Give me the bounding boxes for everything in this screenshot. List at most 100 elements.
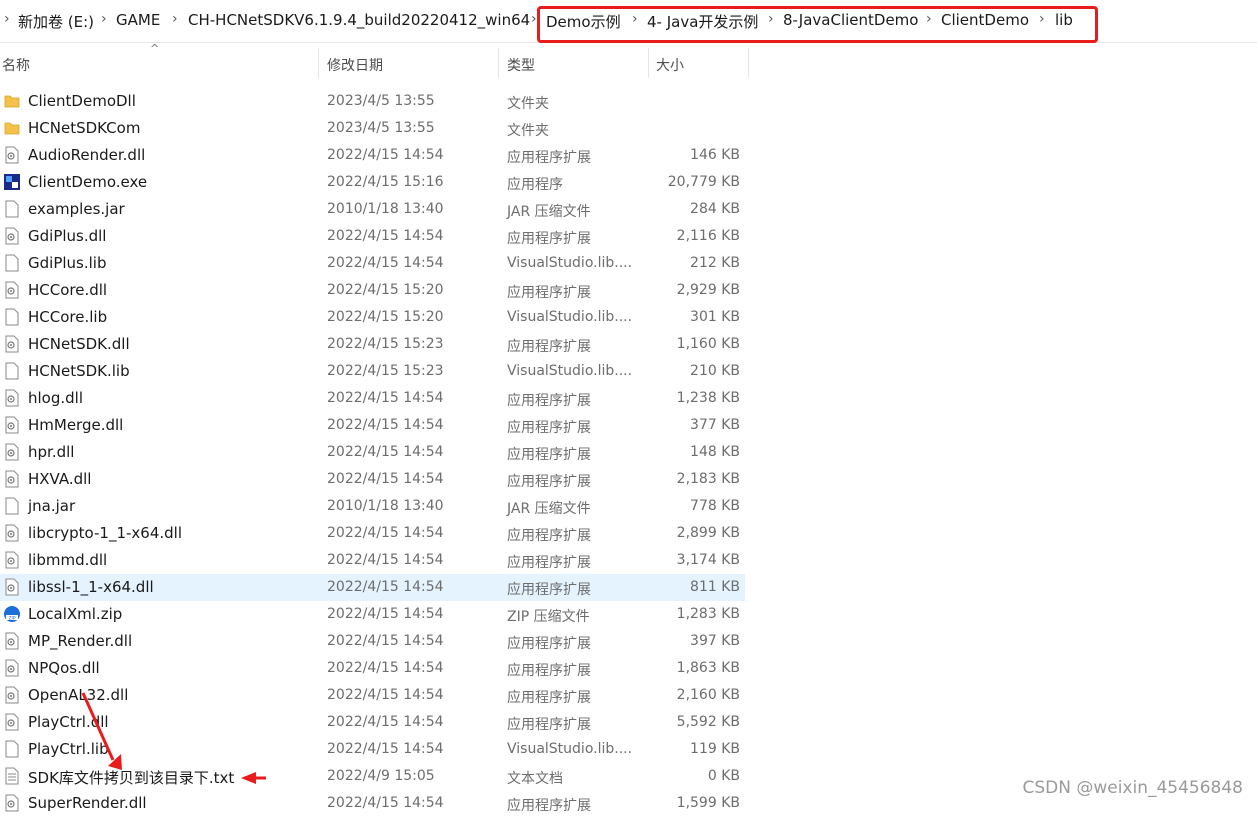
file-name: HXVA.dll xyxy=(28,470,92,488)
file-row[interactable]: HCNetSDKCom 2023/4/5 13:55 文件夹 xyxy=(0,115,745,142)
file-row[interactable]: ClientDemo.exe 2022/4/15 15:16 应用程序 20,779 … xyxy=(0,169,745,196)
file-type: 应用程序扩展 xyxy=(507,636,591,652)
breadcrumb-item-sdk[interactable]: CH-HCNetSDKV6.1.9.4_build20220412_win64 xyxy=(188,11,530,29)
address-bar-breadcrumb: › 新加卷 (E:) › GAME › CH-HCNetSDKV6.1.9.4_… xyxy=(0,0,1257,43)
file-size: 2,929 KB xyxy=(676,282,740,298)
dll-file-icon xyxy=(3,686,21,704)
file-size: 1,599 KB xyxy=(676,795,740,811)
file-row[interactable]: hpr.dll 2022/4/15 14:54 应用程序扩展 148 KB xyxy=(0,439,745,466)
file-type: VisualStudio.lib.... xyxy=(507,255,633,271)
file-row[interactable]: HCCore.dll 2022/4/15 15:20 应用程序扩展 2,929 KB xyxy=(0,277,745,304)
column-divider[interactable] xyxy=(648,48,649,78)
file-size: 1,283 KB xyxy=(676,606,740,622)
file-row[interactable]: MP_Render.dll 2022/4/15 14:54 应用程序扩展 397 KB xyxy=(0,628,745,655)
file-date-modified: 2022/4/15 15:23 xyxy=(327,336,444,352)
file-row[interactable]: HCNetSDK.lib 2022/4/15 15:23 VisualStudio.… xyxy=(0,358,745,385)
file-date-modified: 2022/4/15 15:20 xyxy=(327,282,444,298)
file-date-modified: 2022/4/15 14:54 xyxy=(327,579,444,595)
breadcrumb-item-drive[interactable]: 新加卷 (E:) xyxy=(18,11,94,32)
dll-file-icon xyxy=(3,281,21,299)
file-row[interactable]: examples.jar 2010/1/18 13:40 JAR 压缩文件 284 K… xyxy=(0,196,745,223)
file-size: 377 KB xyxy=(690,417,740,433)
file-row[interactable]: GdiPlus.lib 2022/4/15 14:54 VisualStudio.l… xyxy=(0,250,745,277)
file-size: 212 KB xyxy=(690,255,740,271)
file-row[interactable]: PlayCtrl.dll 2022/4/15 14:54 应用程序扩展 5,592 K… xyxy=(0,709,745,736)
file-date-modified: 2022/4/15 14:54 xyxy=(327,606,444,622)
blank-file-icon xyxy=(3,308,21,326)
dll-file-icon xyxy=(3,578,21,596)
dll-file-icon xyxy=(3,551,21,569)
file-date-modified: 2022/4/15 14:54 xyxy=(327,795,444,811)
watermark: CSDN @weixin_45456848 xyxy=(1022,778,1243,798)
file-type: ZIP 压缩文件 xyxy=(507,609,590,625)
file-type: 应用程序扩展 xyxy=(507,798,591,814)
file-date-modified: 2022/4/15 14:54 xyxy=(327,390,444,406)
text-file-icon xyxy=(3,767,21,785)
blank-file-icon xyxy=(3,362,21,380)
file-size: 397 KB xyxy=(690,633,740,649)
file-row[interactable]: libssl-1_1-x64.dll 2022/4/15 14:54 应用程序扩展 8… xyxy=(0,574,745,601)
dll-file-icon xyxy=(3,713,21,731)
chevron-right-icon[interactable]: › xyxy=(101,11,107,27)
file-size: 146 KB xyxy=(690,147,740,163)
column-header-size[interactable]: 大小 xyxy=(656,55,684,75)
file-row[interactable]: libmmd.dll 2022/4/15 14:54 应用程序扩展 3,174 KB xyxy=(0,547,745,574)
file-row[interactable]: PlayCtrl.lib 2022/4/15 14:54 VisualStudio.… xyxy=(0,736,745,763)
column-header-date[interactable]: 修改日期 xyxy=(327,55,383,75)
file-row[interactable]: SuperRender.dll 2022/4/15 14:54 应用程序扩展 1,59… xyxy=(0,790,745,817)
file-date-modified: 2022/4/15 14:54 xyxy=(327,228,444,244)
chevron-right-icon[interactable]: › xyxy=(172,11,178,27)
file-row[interactable]: NPQos.dll 2022/4/15 14:54 应用程序扩展 1,863 KB xyxy=(0,655,745,682)
column-divider[interactable] xyxy=(498,48,499,78)
file-row[interactable]: HXVA.dll 2022/4/15 14:54 应用程序扩展 2,183 KB xyxy=(0,466,745,493)
chevron-right-icon[interactable]: › xyxy=(531,11,537,27)
file-size: 210 KB xyxy=(690,363,740,379)
file-type: 应用程序扩展 xyxy=(507,339,591,355)
file-name: HmMerge.dll xyxy=(28,416,124,434)
file-name: AudioRender.dll xyxy=(28,146,146,164)
file-row[interactable]: jna.jar 2010/1/18 13:40 JAR 压缩文件 778 KB xyxy=(0,493,745,520)
file-size: 2,899 KB xyxy=(676,525,740,541)
dll-file-icon xyxy=(3,416,21,434)
file-name: GdiPlus.lib xyxy=(28,254,107,272)
file-type: 应用程序扩展 xyxy=(507,690,591,706)
column-divider[interactable] xyxy=(318,48,319,78)
file-row[interactable]: ClientDemoDll 2023/4/5 13:55 文件夹 xyxy=(0,88,745,115)
file-name: SuperRender.dll xyxy=(28,794,147,812)
file-size: 1,238 KB xyxy=(676,390,740,406)
file-date-modified: 2022/4/15 15:16 xyxy=(327,174,444,190)
file-date-modified: 2022/4/15 14:54 xyxy=(327,471,444,487)
file-type: 应用程序扩展 xyxy=(507,150,591,166)
file-row[interactable]: HCNetSDK.dll 2022/4/15 15:23 应用程序扩展 1,160 K… xyxy=(0,331,745,358)
file-name: PlayCtrl.dll xyxy=(28,713,109,731)
chevron-right-icon[interactable]: › xyxy=(4,11,10,27)
file-row[interactable]: OpenAL32.dll 2022/4/15 14:54 应用程序扩展 2,160 K… xyxy=(0,682,745,709)
file-row[interactable]: GdiPlus.dll 2022/4/15 14:54 应用程序扩展 2,116 KB xyxy=(0,223,745,250)
file-row[interactable]: hlog.dll 2022/4/15 14:54 应用程序扩展 1,238 KB xyxy=(0,385,745,412)
file-type: 文件夹 xyxy=(507,96,549,112)
column-header-name[interactable]: 名称 xyxy=(2,55,30,75)
file-date-modified: 2023/4/5 13:55 xyxy=(327,93,435,109)
file-date-modified: 2022/4/15 14:54 xyxy=(327,255,444,271)
file-row[interactable]: AudioRender.dll 2022/4/15 14:54 应用程序扩展 146 … xyxy=(0,142,745,169)
file-name: NPQos.dll xyxy=(28,659,100,677)
file-name: ClientDemoDll xyxy=(28,92,136,110)
file-row[interactable]: HmMerge.dll 2022/4/15 14:54 应用程序扩展 377 KB xyxy=(0,412,745,439)
file-row[interactable]: HCCore.lib 2022/4/15 15:20 VisualStudio.li… xyxy=(0,304,745,331)
file-row[interactable]: ZIP LocalXml.zip 2022/4/15 14:54 ZIP 压缩文件 1,… xyxy=(0,601,745,628)
breadcrumb-item-game[interactable]: GAME xyxy=(116,11,160,29)
column-divider[interactable] xyxy=(748,48,749,78)
file-name: hpr.dll xyxy=(28,443,75,461)
folder-icon xyxy=(3,119,21,137)
file-row[interactable]: libcrypto-1_1-x64.dll 2022/4/15 14:54 应用程序… xyxy=(0,520,745,547)
file-size: 778 KB xyxy=(690,498,740,514)
folder-icon xyxy=(3,92,21,110)
dll-file-icon xyxy=(3,227,21,245)
file-date-modified: 2022/4/15 14:54 xyxy=(327,714,444,730)
column-header-type[interactable]: 类型 xyxy=(507,55,535,75)
file-type: 应用程序扩展 xyxy=(507,528,591,544)
file-name: jna.jar xyxy=(28,497,76,515)
file-type: 文本文档 xyxy=(507,771,563,787)
file-row[interactable]: SDK库文件拷贝到该目录下.txt 2022/4/9 15:05 文本文档 0 KB xyxy=(0,763,745,790)
file-type: 应用程序 xyxy=(507,177,563,193)
